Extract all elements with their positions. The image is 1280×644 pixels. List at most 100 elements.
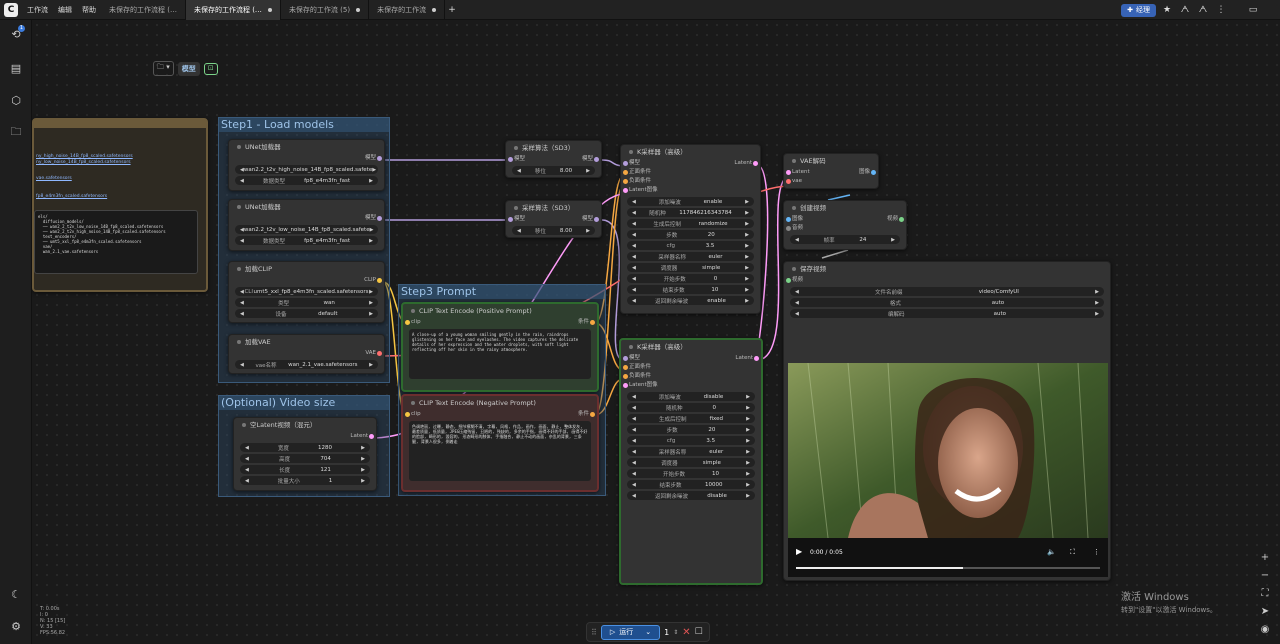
ksampler-widget[interactable]: ◀ 添加噪波 disable ▶ — [627, 392, 755, 401]
note-link[interactable]: fp8_e4m3fn_scaled.safetensors — [36, 194, 202, 200]
zoom-in-icon[interactable]: + — [1256, 548, 1274, 566]
clip-name-combo[interactable]: ◀ CLI umt5_xxl_fp8_e4m3fn_scaled.safetenso… — [235, 287, 378, 296]
unet-name-combo[interactable]: ◀ wan2.2_t2v_low_noise_14B_fp8_scaled.saf… — [235, 225, 378, 234]
new-tab-plus-icon[interactable]: + — [445, 3, 459, 17]
manager-button[interactable]: ✚ 经理 — [1121, 3, 1156, 17]
node-library-icon[interactable]: ▤ — [8, 60, 24, 76]
unet-name-combo[interactable]: ◀ wan2.2_t2v_high_noise_14B_fp8_scaled.sa… — [235, 165, 378, 174]
settings-gear-icon[interactable]: ⚙ — [8, 618, 24, 634]
video-progress-track[interactable] — [796, 567, 1100, 569]
toggle-panel-icon[interactable]: ⊡ — [203, 62, 218, 75]
clip-device-combo[interactable]: ◀ 设备 default ▶ — [235, 309, 378, 318]
comfy-logo[interactable]: C — [4, 2, 18, 17]
panel-toggle-icon[interactable]: ▭ — [1246, 3, 1260, 17]
theme-moon-icon[interactable]: ☾ — [8, 586, 24, 602]
workflows-folder-icon[interactable]: 🗀 — [8, 124, 24, 140]
ksampler-widget[interactable]: ◀ 添加噪波 enable ▶ — [627, 197, 754, 206]
clip-loader[interactable]: 加载CLIP CLIP ◀ CLI umt5_xxl_fp8_e4m3fn_scal… — [228, 261, 385, 323]
note-link[interactable]: vae.safetensors — [36, 176, 202, 182]
ksampler-widget[interactable]: ◀ 结束步数 10 ▶ — [627, 285, 754, 294]
dtype-combo[interactable]: ◀ 数据类型 fp8_e4m3fn_fast ▶ — [235, 176, 378, 185]
ksampler-widget[interactable]: ◀ 采样器名称 euler ▶ — [627, 252, 754, 261]
zoom-out-icon[interactable]: − — [1256, 566, 1274, 584]
width-number[interactable]: ◀ 宽度 1280 ▶ — [240, 443, 370, 452]
ksampler-widget[interactable]: ◀ 随机种 117846216343784 ▶ — [627, 208, 754, 217]
ksampler-widget[interactable]: ◀ 生成后控制 randomize ▶ — [627, 219, 754, 228]
menu-workflow[interactable]: 工作流 — [27, 5, 48, 15]
clip-text-encode-negative[interactable]: CLIP Text Encode (Negative Prompt) clip 条… — [401, 394, 599, 492]
ksampler-widget[interactable]: ◀ 生成后控制 fixed ▶ — [627, 414, 755, 423]
stop-icon[interactable]: ☐ — [695, 627, 703, 637]
ksampler-widget[interactable]: ◀ 随机种 0 ▶ — [627, 403, 755, 412]
fps-number[interactable]: ◀ 帧率 24 ▶ — [790, 235, 900, 244]
ksampler-widget[interactable]: ◀ cfg 3.5 ▶ — [627, 241, 754, 250]
ksampler-widget[interactable]: ◀ 采样器名称 euler ▶ — [627, 447, 755, 456]
shift-number[interactable]: ◀ 移位 8.00 ▶ — [512, 166, 595, 175]
folder-dropdown[interactable]: 🗀 ▾ — [153, 61, 174, 76]
unet-loader-high[interactable]: UNet加载器 模型 ◀ wan2.2_t2v_high_noise_14B_fp… — [228, 139, 385, 191]
model-sampling-sd3-2[interactable]: 采样算法（SD3） 模型 模型 ◀ 移位 8.00 ▶ — [505, 200, 602, 238]
filename-prefix-field[interactable]: ◀ 文件名前缀 video/ComfyUI ▶ — [790, 287, 1104, 296]
vae-loader[interactable]: 加载VAE VAE ◀ vae名称 wan_2.1_vae.safetensors ▶ — [228, 334, 385, 374]
negative-prompt-textarea[interactable]: 色调艳丽, 过曝, 静态, 细节模糊不清, 字幕, 风格, 作品, 画作, 画面… — [409, 421, 591, 481]
vae-name-combo[interactable]: ◀ vae名称 wan_2.1_vae.safetensors ▶ — [235, 360, 378, 369]
play-icon[interactable]: ▶ — [796, 547, 802, 556]
unet-loader-low[interactable]: UNet加载器 模型 ◀ wan2.2_t2v_low_noise_14B_fp8… — [228, 199, 385, 251]
empty-latent-video[interactable]: 空Latent视频（混元） Latent ◀ 宽度 1280 ▶ ◀ 高度 704 ▶ ◀ 长… — [233, 417, 377, 491]
star-icon[interactable]: ★ — [1160, 3, 1174, 17]
batch-count-input[interactable]: 1 — [664, 628, 669, 637]
chevron-down-icon[interactable]: ⌄ — [645, 628, 651, 636]
menu-help[interactable]: 帮助 — [82, 5, 96, 15]
toggle-links-icon[interactable]: ◉ — [1256, 620, 1274, 638]
drag-handle-icon[interactable]: ⠿ — [591, 628, 597, 637]
dtype-combo[interactable]: ◀ 数据类型 fp8_e4m3fn_fast ▶ — [235, 236, 378, 245]
more-icon[interactable]: ⋮ — [1093, 548, 1100, 556]
model-sampling-sd3-1[interactable]: 采样算法（SD3） 模型 模型 ◀ 移位 8.00 ▶ — [505, 140, 602, 178]
format-combo[interactable]: ◀ 格式 auto ▶ — [790, 298, 1104, 307]
tab-workflow-3[interactable]: 未保存的工作流 (5) — [281, 0, 370, 20]
ksampler-widget[interactable]: ◀ 步数 20 ▶ — [627, 425, 755, 434]
stepper-icon[interactable]: ⇕ — [673, 629, 678, 636]
run-button[interactable]: ▷ 运行 ⌄ — [600, 624, 661, 640]
batch-number[interactable]: ◀ 批量大小 1 ▶ — [240, 476, 370, 485]
graph-icon[interactable]: ⋮ — [1214, 3, 1228, 17]
mute-icon[interactable]: 🔈 — [1047, 548, 1056, 556]
ksampler-advanced-1[interactable]: K采样器（高级） 模型 Latent 正面条件 负面条件 Latent图像 ◀ 添加… — [620, 144, 761, 314]
length-number[interactable]: ◀ 长度 121 ▶ — [240, 465, 370, 474]
ksampler-widget[interactable]: ◀ 调度器 simple ▶ — [627, 263, 754, 272]
height-number[interactable]: ◀ 高度 704 ▶ — [240, 454, 370, 463]
comfy-icon[interactable]: ᗅ — [1178, 3, 1192, 17]
codec-combo[interactable]: ◀ 编解码 auto ▶ — [790, 309, 1104, 318]
input-slot — [786, 170, 791, 175]
ksampler-widget[interactable]: ◀ 调度器 simple ▶ — [627, 458, 755, 467]
ksampler-advanced-2[interactable]: K采样器（高级） 模型 Latent 正面条件 负面条件 Latent图像 ◀ 添加… — [619, 338, 763, 585]
ksampler-widget[interactable]: ◀ 开始步数 0 ▶ — [627, 274, 754, 283]
tab-workflow-4[interactable]: 未保存的工作流 — [369, 0, 446, 20]
cancel-icon[interactable]: ✕ — [682, 627, 690, 638]
video-player[interactable]: ▶ 0:00 / 0:05 🔈 ⛶ ⋮ — [788, 363, 1108, 577]
note-node[interactable]: ny_high_noise_14B_fp8_scaled.safetensors… — [32, 118, 208, 292]
menu-edit[interactable]: 编辑 — [58, 5, 72, 15]
fit-view-icon[interactable]: ⛶ — [1256, 584, 1274, 602]
clip-type-combo[interactable]: ◀ 类型 wan ▶ — [235, 298, 378, 307]
clip-text-encode-positive[interactable]: CLIP Text Encode (Positive Prompt) clip 条… — [401, 302, 599, 392]
tab-workflow-1[interactable]: 未保存的工作流程 (… — [101, 0, 186, 20]
vae-decode[interactable]: VAE解码 Latent 图像 vae — [783, 153, 879, 189]
positive-prompt-textarea[interactable]: A close-up of a young woman smiling gent… — [409, 329, 591, 379]
ksampler-widget[interactable]: ◀ 返回剩余噪波 enable ▶ — [627, 296, 754, 305]
ksampler-widget[interactable]: ◀ cfg 3.5 ▶ — [627, 436, 755, 445]
fullscreen-icon[interactable]: ⛶ — [1070, 548, 1075, 557]
select-mode-icon[interactable]: ➤ — [1256, 602, 1274, 620]
comfy-alt-icon[interactable]: ᗅ — [1196, 3, 1210, 17]
model-tab[interactable]: 模型 — [177, 61, 200, 76]
shift-number[interactable]: ◀ 移位 8.00 ▶ — [512, 226, 595, 235]
create-video[interactable]: 创建视频 图像 视频 音频 ◀ 帧率 24 ▶ — [783, 200, 907, 250]
ksampler-widget[interactable]: ◀ 步数 20 ▶ — [627, 230, 754, 239]
activation-watermark: 激活 Windows 转到"设置"以激活 Windows。 — [1121, 592, 1217, 614]
ksampler-widget[interactable]: ◀ 结束步数 10000 ▶ — [627, 480, 755, 489]
model-library-icon[interactable]: ⬡ — [8, 92, 24, 108]
tab-workflow-2[interactable]: 未保存的工作流程 (… — [185, 0, 281, 20]
note-link[interactable]: ny_low_noise_14B_fp8_scaled.safetensors — [36, 160, 202, 166]
ksampler-widget[interactable]: ◀ 返回剩余噪波 disable ▶ — [627, 491, 755, 500]
ksampler-widget[interactable]: ◀ 开始步数 10 ▶ — [627, 469, 755, 478]
